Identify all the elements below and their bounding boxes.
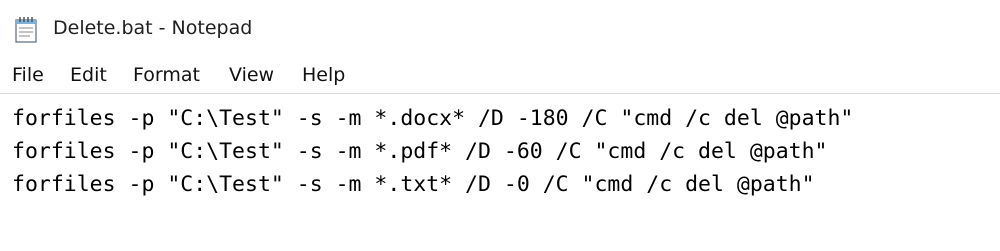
menu-format[interactable]: Format xyxy=(133,61,200,89)
menu-file[interactable]: File xyxy=(12,61,44,89)
menu-bar: File Edit Format View Help xyxy=(0,58,1000,92)
window-title: Delete.bat - Notepad xyxy=(53,17,253,39)
menu-help[interactable]: Help xyxy=(302,61,345,89)
editor-line: forfiles -p "C:\Test" -s -m *.docx* /D -… xyxy=(12,106,854,131)
menu-view[interactable]: View xyxy=(229,61,274,89)
title-bar[interactable]: Delete.bat - Notepad xyxy=(0,0,1000,56)
menu-edit[interactable]: Edit xyxy=(70,61,107,89)
text-editor[interactable]: forfiles -p "C:\Test" -s -m *.docx* /D -… xyxy=(0,94,1000,251)
notepad-icon xyxy=(13,15,39,43)
notepad-window: Delete.bat - Notepad File Edit Format Vi… xyxy=(0,0,1000,251)
editor-line: forfiles -p "C:\Test" -s -m *.pdf* /D -6… xyxy=(12,139,828,164)
editor-line: forfiles -p "C:\Test" -s -m *.txt* /D -0… xyxy=(12,172,815,197)
